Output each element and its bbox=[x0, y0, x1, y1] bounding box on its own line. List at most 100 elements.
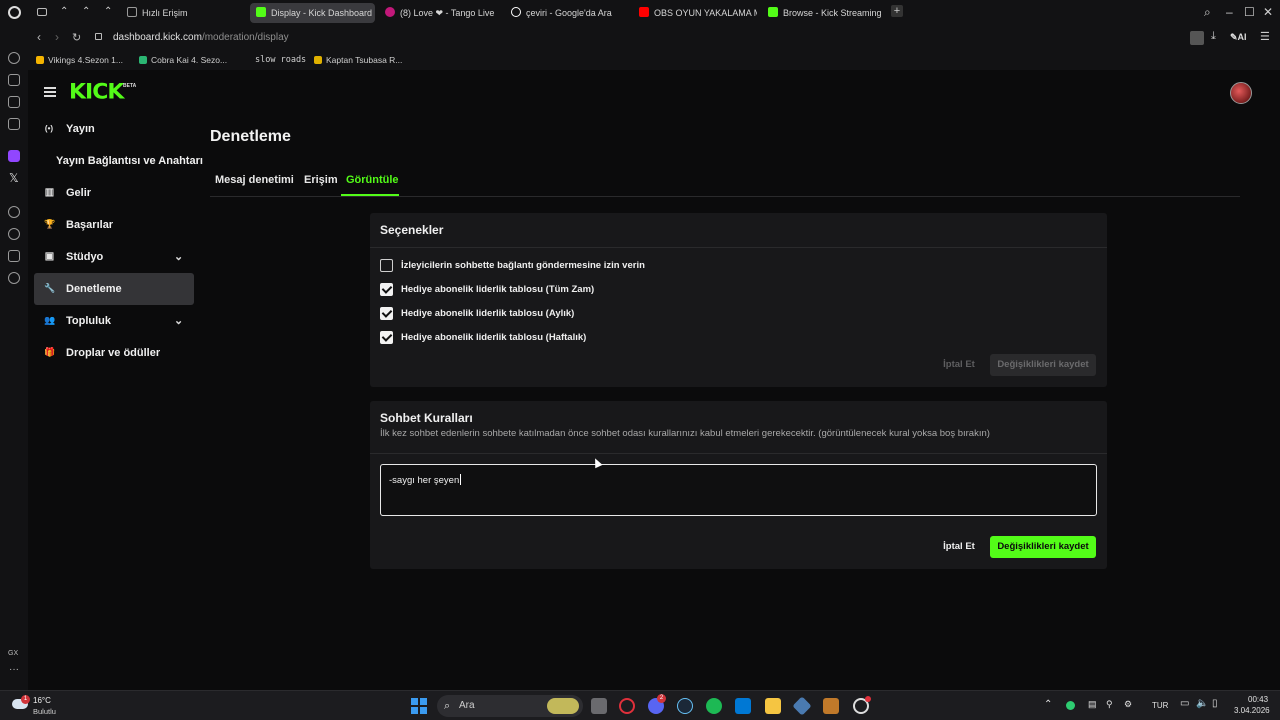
sidebar-item-gelir[interactable]: ▥ Gelir bbox=[34, 177, 194, 209]
beta-badge: BETA bbox=[123, 83, 137, 89]
kick-dashboard-page: KICK BETA (•) Yayın Yayın Bağlantısı ve … bbox=[28, 70, 1280, 690]
battery-icon[interactable]: ▯ bbox=[1212, 698, 1218, 709]
sidebar-item-studyo[interactable]: ▣ Stüdyo ⌄ bbox=[34, 241, 194, 273]
search-tabs-icon[interactable]: ⌕ bbox=[1204, 6, 1211, 18]
google-icon bbox=[511, 7, 521, 17]
options-card: Seçenekler İzleyicilerin sohbette bağlan… bbox=[370, 213, 1107, 387]
avatar[interactable] bbox=[1230, 82, 1252, 104]
speed-dial-icon[interactable] bbox=[8, 52, 20, 64]
minimize-button[interactable]: – bbox=[1226, 6, 1233, 18]
obs-icon[interactable] bbox=[853, 696, 871, 714]
tab-tango-live[interactable]: (8) Love ❤ - Tango Live bbox=[385, 3, 503, 23]
gx-control-icon[interactable] bbox=[8, 74, 20, 86]
menu-icon[interactable]: ☰ bbox=[1260, 30, 1270, 43]
checkbox[interactable] bbox=[380, 307, 393, 320]
sidebar-item-droplar[interactable]: 🎁 Droplar ve ödüller bbox=[34, 337, 194, 369]
new-tab-button[interactable]: + bbox=[891, 5, 903, 17]
twitch-icon[interactable] bbox=[8, 150, 20, 162]
chat-rules-input[interactable]: -saygı her şeyen bbox=[380, 464, 1097, 516]
clock-date[interactable]: 3.04.2026 bbox=[1234, 706, 1270, 715]
sidebar-item-yayin[interactable]: (•) Yayın bbox=[34, 113, 194, 145]
start-button[interactable] bbox=[411, 698, 427, 714]
download-icon[interactable]: ⤓ bbox=[1211, 30, 1216, 43]
discord-icon[interactable]: 2 bbox=[648, 694, 666, 714]
tray-app-icon[interactable]: ▤ bbox=[1088, 699, 1097, 710]
chevron-down-icon[interactable]: ⌄ bbox=[174, 305, 183, 337]
steam-icon[interactable] bbox=[677, 698, 693, 714]
checkbox[interactable] bbox=[380, 283, 393, 296]
vscode-icon[interactable] bbox=[735, 698, 751, 714]
back-icon[interactable]: ‹ bbox=[37, 30, 41, 44]
reload-icon[interactable]: ↻ bbox=[72, 31, 81, 44]
url-field[interactable]: dashboard.kick.com/moderation/display bbox=[113, 32, 289, 43]
maximize-button[interactable]: ☐ bbox=[1244, 6, 1255, 18]
tab-strip-icon[interactable] bbox=[37, 8, 47, 16]
tab-kick-dashboard[interactable]: Display - Kick Dashboard bbox=[250, 3, 375, 23]
checkbox[interactable] bbox=[380, 259, 393, 272]
tab-mesaj-denetimi[interactable]: Mesaj denetimi bbox=[215, 174, 294, 186]
bookmarks-bar: Vikings 4.Sezon 1... Cobra Kai 4. Sezo..… bbox=[28, 50, 1280, 70]
pinned-tab-icon[interactable]: ⌃ bbox=[82, 6, 90, 17]
kick-logo[interactable]: KICK bbox=[69, 81, 124, 105]
forward-icon[interactable]: › bbox=[55, 30, 59, 44]
tab-erisim[interactable]: Erişim bbox=[304, 174, 338, 186]
taskbar-search[interactable]: ⌕ Ara bbox=[437, 695, 583, 717]
gx-corner-icon[interactable] bbox=[8, 96, 20, 108]
cancel-button[interactable]: İptal Et bbox=[938, 537, 980, 557]
opera-gx-icon[interactable] bbox=[619, 698, 635, 714]
lock-icon[interactable] bbox=[95, 33, 102, 40]
tray-app-icon[interactable]: ⚲ bbox=[1106, 699, 1113, 710]
bookmark-kaptan-tsubasa[interactable]: Kaptan Tsubasa R... bbox=[314, 55, 402, 65]
messenger-icon[interactable] bbox=[8, 118, 20, 130]
settings-icon[interactable] bbox=[8, 272, 20, 284]
save-button[interactable]: Değişiklikleri kaydet bbox=[990, 354, 1096, 376]
clock-time[interactable]: 00:43 bbox=[1248, 695, 1268, 704]
weather-desc: Bulutlu bbox=[33, 707, 56, 716]
sidebar-item-stream-key[interactable]: Yayın Bağlantısı ve Anahtarı bbox=[34, 145, 203, 177]
tab-youtube-obs[interactable]: OBS OYUN YAKALAMA M bbox=[639, 3, 757, 23]
weather-widget[interactable]: 1 16°C Bulutlu bbox=[10, 694, 70, 718]
show-hidden-icons[interactable]: ⌃ bbox=[1044, 699, 1052, 710]
chevron-down-icon[interactable]: ⌄ bbox=[174, 241, 183, 273]
app-icon[interactable] bbox=[792, 696, 812, 716]
pinned-tab-icon[interactable]: ⌃ bbox=[104, 6, 112, 17]
sidebar-item-topluluk[interactable]: 👥 Topluluk ⌄ bbox=[34, 305, 194, 337]
tab-google-search[interactable]: çeviri - Google'da Ara bbox=[511, 3, 629, 23]
divider bbox=[370, 247, 1107, 248]
spotify-icon[interactable] bbox=[706, 698, 722, 714]
player-icon[interactable] bbox=[8, 206, 20, 218]
bookmark-vikings[interactable]: Vikings 4.Sezon 1... bbox=[36, 55, 123, 65]
tray-app-icon[interactable]: ⚙ bbox=[1124, 699, 1132, 710]
aria-ai-button[interactable]: ✎AI bbox=[1230, 32, 1247, 43]
tab-goruntule[interactable]: Görüntüle bbox=[346, 174, 399, 186]
task-view-icon[interactable] bbox=[591, 698, 607, 714]
save-button[interactable]: Değişiklikleri kaydet bbox=[990, 536, 1096, 558]
browser-tab-bar: ⌃ ⌃ ⌃ Hızlı Erişim Display - Kick Dashbo… bbox=[0, 0, 1280, 26]
bookmark-cobra-kai[interactable]: Cobra Kai 4. Sezo... bbox=[139, 55, 227, 65]
tab-kick-browse[interactable]: Browse - Kick Streaming bbox=[768, 3, 886, 23]
cancel-button[interactable]: İptal Et bbox=[938, 355, 980, 375]
game-icon[interactable] bbox=[823, 698, 839, 714]
history-icon[interactable] bbox=[8, 228, 20, 240]
volume-icon[interactable]: 🔈 bbox=[1196, 698, 1208, 709]
broadcast-icon: (•) bbox=[44, 124, 54, 133]
close-button[interactable]: ✕ bbox=[1263, 6, 1273, 18]
status-dot-icon[interactable] bbox=[1066, 701, 1075, 710]
windows-taskbar: 1 16°C Bulutlu ⌕ Ara 2 ⌃ ▤ ⚲ ⚙ TUR ▭ 🔈 ▯… bbox=[0, 690, 1280, 720]
opera-logo-icon[interactable] bbox=[8, 6, 21, 19]
x-twitter-icon[interactable]: 𝕏 bbox=[9, 171, 19, 185]
more-icon[interactable]: ··· bbox=[9, 664, 19, 675]
extensions-icon[interactable] bbox=[8, 250, 20, 262]
bookmark-icon bbox=[314, 56, 322, 64]
pinned-tab-icon[interactable]: ⌃ bbox=[60, 6, 68, 17]
file-explorer-icon[interactable] bbox=[765, 698, 781, 714]
sidebar-item-basarilar[interactable]: 🏆 Başarılar bbox=[34, 209, 194, 241]
hamburger-menu-icon[interactable] bbox=[44, 87, 56, 97]
snapshot-icon[interactable] bbox=[1190, 31, 1204, 45]
checkbox[interactable] bbox=[380, 331, 393, 344]
network-icon[interactable]: ▭ bbox=[1180, 698, 1189, 709]
sidebar-item-denetleme[interactable]: 🔧 Denetleme bbox=[34, 273, 194, 305]
tab-hizli-erisim[interactable]: Hızlı Erişim bbox=[127, 3, 237, 23]
bookmark-slow-roads[interactable]: slow roads bbox=[255, 55, 306, 65]
language-indicator[interactable]: TUR bbox=[1152, 701, 1168, 710]
